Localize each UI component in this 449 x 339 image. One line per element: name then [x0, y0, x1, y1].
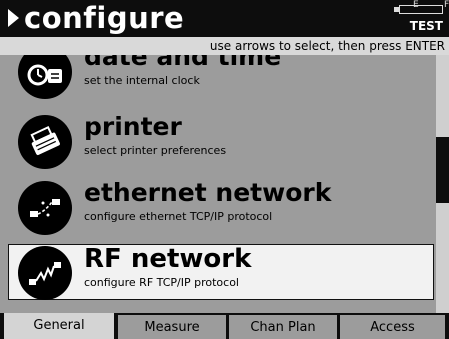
- printer-icon: [18, 115, 72, 169]
- title-arrow-icon: [8, 9, 19, 27]
- mode-indicator: TEST: [409, 19, 443, 33]
- menu-item-ethernet-network[interactable]: ethernet network configure ethernet TCP/…: [12, 179, 432, 237]
- tab-label: General: [33, 318, 85, 333]
- menu-item-description: configure RF TCP/IP protocol: [84, 276, 239, 289]
- rf-network-icon: [18, 246, 72, 300]
- tab-measure[interactable]: Measure: [118, 315, 226, 339]
- menu-item-title: ethernet network: [84, 178, 332, 207]
- menu-item-description: configure ethernet TCP/IP protocol: [84, 210, 273, 223]
- tab-general[interactable]: General: [4, 313, 114, 339]
- tab-bar: General Measure Chan Plan Access: [0, 313, 449, 339]
- menu-item-title: printer: [84, 112, 182, 141]
- battery-empty-label: E: [413, 0, 419, 10]
- scrollbar-thumb[interactable]: [436, 137, 449, 203]
- configure-screen: configure E F TEST use arrows to select,…: [0, 0, 449, 339]
- menu-item-title: date and time: [84, 55, 282, 71]
- tab-label: Access: [370, 320, 415, 335]
- menu-item-date-and-time[interactable]: date and time set the internal clock: [12, 55, 432, 101]
- menu-item-description: set the internal clock: [84, 74, 200, 87]
- tab-chan-plan[interactable]: Chan Plan: [229, 315, 337, 339]
- instruction-bar: use arrows to select, then press ENTER: [0, 37, 449, 55]
- tab-access[interactable]: Access: [340, 315, 445, 339]
- tab-label: Chan Plan: [250, 320, 316, 335]
- header-bar: configure E F TEST: [0, 0, 449, 37]
- clock-icon: [18, 55, 72, 99]
- battery-full-label: F: [444, 0, 449, 10]
- ethernet-icon: [18, 181, 72, 235]
- menu-item-rf-network[interactable]: RF network configure RF TCP/IP protocol: [8, 244, 434, 300]
- menu-list: date and time set the internal clock pri…: [0, 55, 436, 313]
- page-title: configure: [24, 1, 185, 35]
- battery-icon: [399, 5, 443, 14]
- instruction-text: use arrows to select, then press ENTER: [209, 39, 445, 53]
- menu-item-title: RF network: [84, 244, 252, 274]
- tab-label: Measure: [144, 320, 200, 335]
- menu-item-printer[interactable]: printer select printer preferences: [12, 113, 432, 171]
- menu-item-description: select printer preferences: [84, 144, 227, 157]
